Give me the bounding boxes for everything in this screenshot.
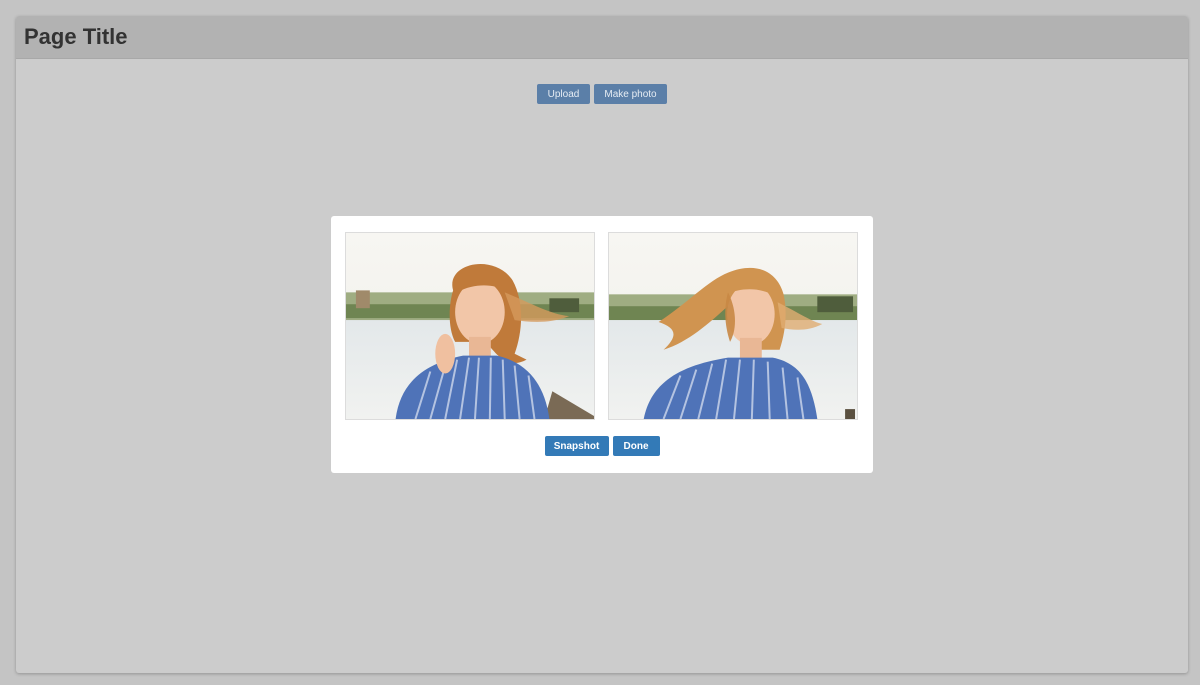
snapshot-button[interactable]: Snapshot (544, 436, 609, 456)
portrait-photo-1 (346, 233, 594, 419)
modal-actions: Snapshot Done (331, 436, 873, 456)
page-header: Page Title (16, 16, 1188, 59)
page-title: Page Title (24, 24, 128, 49)
toolbar: Upload Make photo (16, 84, 1188, 104)
photo-thumbnail-1[interactable] (345, 232, 595, 420)
portrait-photo-2 (609, 233, 857, 419)
make-photo-button[interactable]: Make photo (594, 84, 667, 104)
photo-row (345, 232, 858, 420)
done-button[interactable]: Done (612, 436, 660, 456)
upload-button[interactable]: Upload (537, 84, 590, 104)
photo-thumbnail-2[interactable] (608, 232, 858, 420)
app-frame: Page Title Upload Make photo Snapshot Do… (16, 16, 1188, 673)
photo-modal: Snapshot Done (331, 216, 873, 473)
